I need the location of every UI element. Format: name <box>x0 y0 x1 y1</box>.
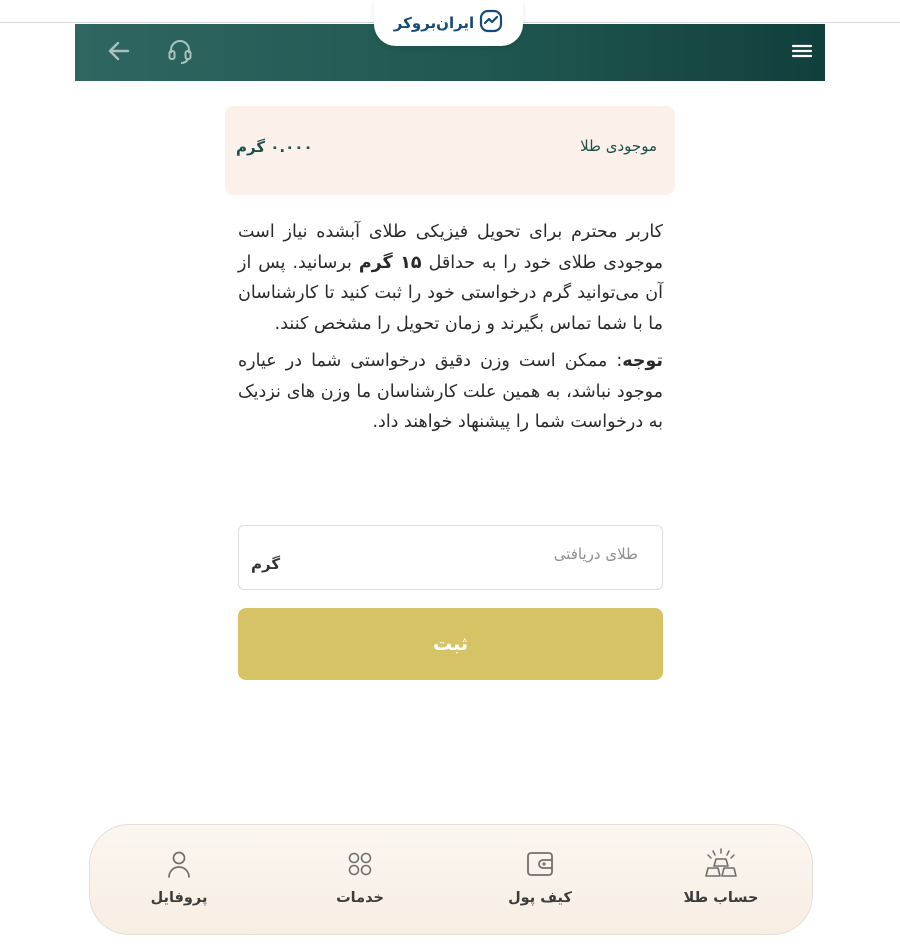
user-icon <box>114 847 244 881</box>
input-placeholder: طلای دریافتی <box>553 545 638 563</box>
chart-logo-icon <box>479 9 503 37</box>
minimum-weight: ۱۵ گرم <box>358 252 422 273</box>
support-button[interactable] <box>163 36 197 70</box>
balance-value: ۰.۰۰۰ گرم <box>236 138 313 156</box>
note-paragraph: توجه: ممکن است وزن دقیق درخواستی شما در … <box>238 351 663 432</box>
wallet-icon <box>475 847 605 881</box>
submit-button[interactable]: ثبت <box>238 608 663 680</box>
nav-item-profile[interactable]: پروفایل <box>114 847 244 906</box>
info-paragraph: کاربر محترم برای تحویل فیزیکی طلای آبشده… <box>238 222 663 334</box>
brand-logo[interactable]: ایران‌بروکر <box>374 0 523 46</box>
gold-balance-card: موجودی طلا ۰.۰۰۰ گرم <box>225 106 675 195</box>
arrow-left-icon <box>106 38 132 68</box>
nav-item-gold-account[interactable]: حساب طلا <box>656 847 786 906</box>
note-label: توجه <box>622 351 663 371</box>
nav-label: پروفایل <box>150 890 208 906</box>
balance-label: موجودی طلا <box>580 137 657 155</box>
nav-label: حساب طلا <box>683 890 759 906</box>
delivery-info: کاربر محترم برای تحویل فیزیکی طلای آبشده… <box>238 217 663 438</box>
nav-label: کیف پول <box>508 890 572 906</box>
received-gold-input[interactable]: طلای دریافتی گرم <box>238 525 663 590</box>
headset-icon <box>166 37 194 69</box>
nav-item-wallet[interactable]: کیف پول <box>475 847 605 906</box>
gold-bars-icon <box>656 847 786 881</box>
menu-button[interactable] <box>785 36 819 70</box>
brand-name: ایران‌بروکر <box>393 14 475 32</box>
hamburger-menu-icon <box>791 42 813 64</box>
nav-item-services[interactable]: خدمات <box>295 847 425 906</box>
back-button[interactable] <box>102 36 136 70</box>
grid-icon <box>295 847 425 881</box>
input-unit: گرم <box>251 555 281 573</box>
nav-label: خدمات <box>336 890 384 906</box>
bottom-nav: حساب طلا کیف پول خدمات پروفایل <box>89 824 813 935</box>
